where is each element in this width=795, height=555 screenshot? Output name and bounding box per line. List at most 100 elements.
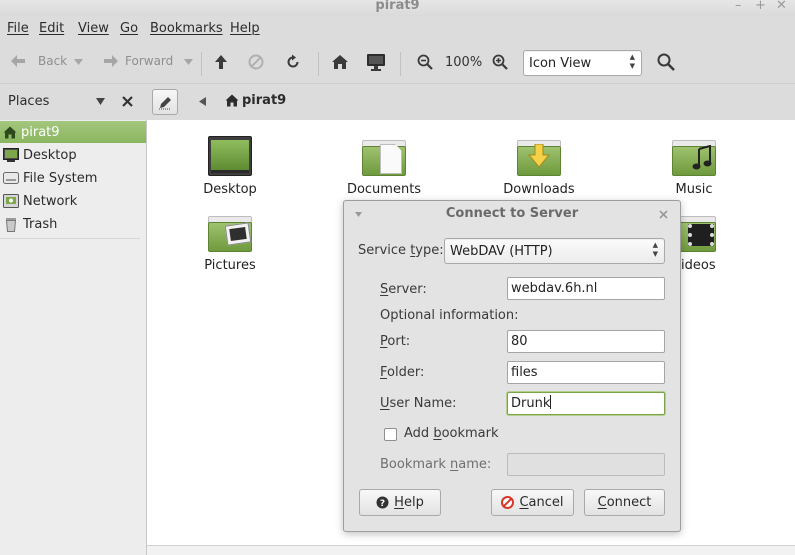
- status-bar: [147, 545, 795, 555]
- sidebar-item-home[interactable]: pirat9: [0, 121, 146, 143]
- menu-view[interactable]: View: [78, 21, 109, 36]
- folder-input[interactable]: files: [507, 361, 665, 384]
- file-label: Documents: [346, 182, 422, 197]
- add-bookmark-checkbox[interactable]: [384, 428, 397, 441]
- toolbar: Back Forward 100% Icon View ▲ ▼: [0, 42, 795, 84]
- arrow-right-icon: [104, 55, 118, 67]
- help-icon: ?: [376, 496, 389, 509]
- close-sidebar-icon[interactable]: [122, 96, 133, 107]
- back-button[interactable]: Back: [10, 54, 67, 68]
- spin-arrows-icon: ▲ ▼: [629, 53, 635, 70]
- sidebar-item-label: Network: [23, 193, 78, 209]
- menu-bookmarks[interactable]: Bookmarks: [150, 21, 223, 36]
- sidebar-item-label: pirat9: [21, 124, 60, 140]
- sidebar: pirat9 Desktop File System Network Trash: [0, 120, 147, 555]
- pictures-folder-icon: [206, 210, 254, 254]
- bookmark-name-input[interactable]: [507, 453, 665, 476]
- bookmark-name-label: Bookmark name:: [380, 457, 492, 472]
- sidebar-item-file-system[interactable]: File System: [0, 167, 146, 189]
- menu-edit[interactable]: Edit: [39, 21, 64, 36]
- file-item-documents[interactable]: Documents: [334, 134, 434, 197]
- text-caret: [550, 395, 552, 409]
- reload-icon[interactable]: [285, 54, 301, 70]
- service-type-select[interactable]: WebDAV (HTTP) ▲ ▼: [444, 238, 665, 264]
- title-bar: pirat9 – + ✕: [0, 0, 795, 16]
- spin-arrows-icon: ▲ ▼: [652, 241, 658, 258]
- window-title: pirat9: [375, 0, 420, 13]
- sidebar-item-trash[interactable]: Trash: [0, 213, 146, 235]
- menu-bar: File Edit View Go Bookmarks Help: [0, 16, 795, 42]
- location-bar: Places pirat9: [0, 84, 795, 120]
- places-dropdown-icon[interactable]: [96, 98, 105, 105]
- server-label: Server:: [380, 282, 427, 297]
- zoom-out-icon[interactable]: [417, 54, 433, 70]
- connect-button[interactable]: Connect: [584, 489, 665, 516]
- forward-button[interactable]: Forward: [103, 54, 173, 68]
- home-icon[interactable]: [331, 54, 349, 70]
- menu-file[interactable]: File: [7, 21, 29, 36]
- add-bookmark-label[interactable]: Add bookmark: [404, 426, 499, 441]
- server-input[interactable]: webdav.6h.nl: [507, 277, 665, 300]
- file-label: Desktop: [203, 182, 257, 197]
- svg-text:?: ?: [380, 499, 385, 509]
- port-label: Port:: [380, 334, 411, 349]
- path-current-folder: pirat9: [242, 93, 287, 108]
- close-window-button[interactable]: ✕: [776, 0, 787, 13]
- up-arrow-icon[interactable]: [213, 54, 229, 70]
- optional-info-label: Optional information:: [380, 308, 519, 323]
- back-history-icon[interactable]: [74, 59, 83, 65]
- menu-help[interactable]: Help: [230, 21, 260, 36]
- downloads-folder-icon: [515, 134, 563, 178]
- minimize-button[interactable]: –: [735, 0, 742, 13]
- username-value: Drunk: [511, 396, 551, 411]
- edit-location-button[interactable]: [152, 89, 178, 115]
- path-button-home[interactable]: pirat9: [225, 93, 286, 108]
- desktop-icon: [3, 148, 19, 162]
- file-item-music[interactable]: Music: [644, 134, 744, 197]
- view-mode-value: Icon View: [529, 56, 592, 71]
- connect-label: Connect: [597, 495, 652, 510]
- forward-label: Forward: [125, 54, 174, 68]
- documents-folder-icon: [360, 134, 408, 178]
- file-item-downloads[interactable]: Downloads: [489, 134, 589, 197]
- menu-go[interactable]: Go: [120, 21, 138, 36]
- pencil-icon: [159, 97, 171, 110]
- places-header: Places: [8, 94, 50, 109]
- folder-label: Folder:: [380, 365, 425, 380]
- network-icon: [3, 194, 19, 208]
- maximize-button[interactable]: +: [755, 0, 766, 13]
- home-small-icon: [225, 94, 239, 107]
- view-mode-select[interactable]: Icon View ▲ ▼: [523, 50, 642, 76]
- cancel-button[interactable]: Cancel: [491, 489, 574, 516]
- sidebar-item-desktop[interactable]: Desktop: [0, 144, 146, 166]
- file-label: Pictures: [204, 258, 256, 273]
- sidebar-item-label: Trash: [23, 216, 58, 232]
- port-input[interactable]: 80: [507, 330, 665, 353]
- sidebar-item-label: Desktop: [23, 147, 77, 163]
- home-icon: [3, 126, 17, 138]
- file-item-desktop[interactable]: Desktop: [180, 134, 280, 197]
- cancel-icon: [501, 496, 515, 509]
- desktop-folder-icon: [206, 134, 254, 178]
- file-label: Downloads: [503, 182, 575, 197]
- drive-icon: [3, 172, 19, 184]
- dialog-close-icon[interactable]: [659, 210, 668, 219]
- back-label: Back: [38, 54, 68, 68]
- connect-to-server-dialog: Connect to Server Service type: WebDAV (…: [343, 200, 681, 532]
- help-button[interactable]: ? Help: [359, 489, 441, 516]
- computer-icon[interactable]: [366, 53, 386, 71]
- search-icon[interactable]: [657, 53, 675, 71]
- username-input[interactable]: Drunk: [507, 392, 665, 415]
- path-left-icon[interactable]: [199, 97, 206, 106]
- arrow-left-icon: [11, 55, 25, 67]
- trash-icon: [5, 217, 17, 232]
- service-type-value: WebDAV (HTTP): [450, 244, 553, 259]
- stop-icon[interactable]: [248, 54, 264, 70]
- sidebar-divider: [0, 238, 140, 239]
- sidebar-item-network[interactable]: Network: [0, 190, 146, 212]
- music-folder-icon: [670, 134, 718, 178]
- forward-history-icon[interactable]: [184, 59, 193, 65]
- zoom-in-icon[interactable]: [492, 54, 508, 70]
- username-label: User Name:: [380, 396, 457, 411]
- file-item-pictures[interactable]: Pictures: [180, 210, 280, 273]
